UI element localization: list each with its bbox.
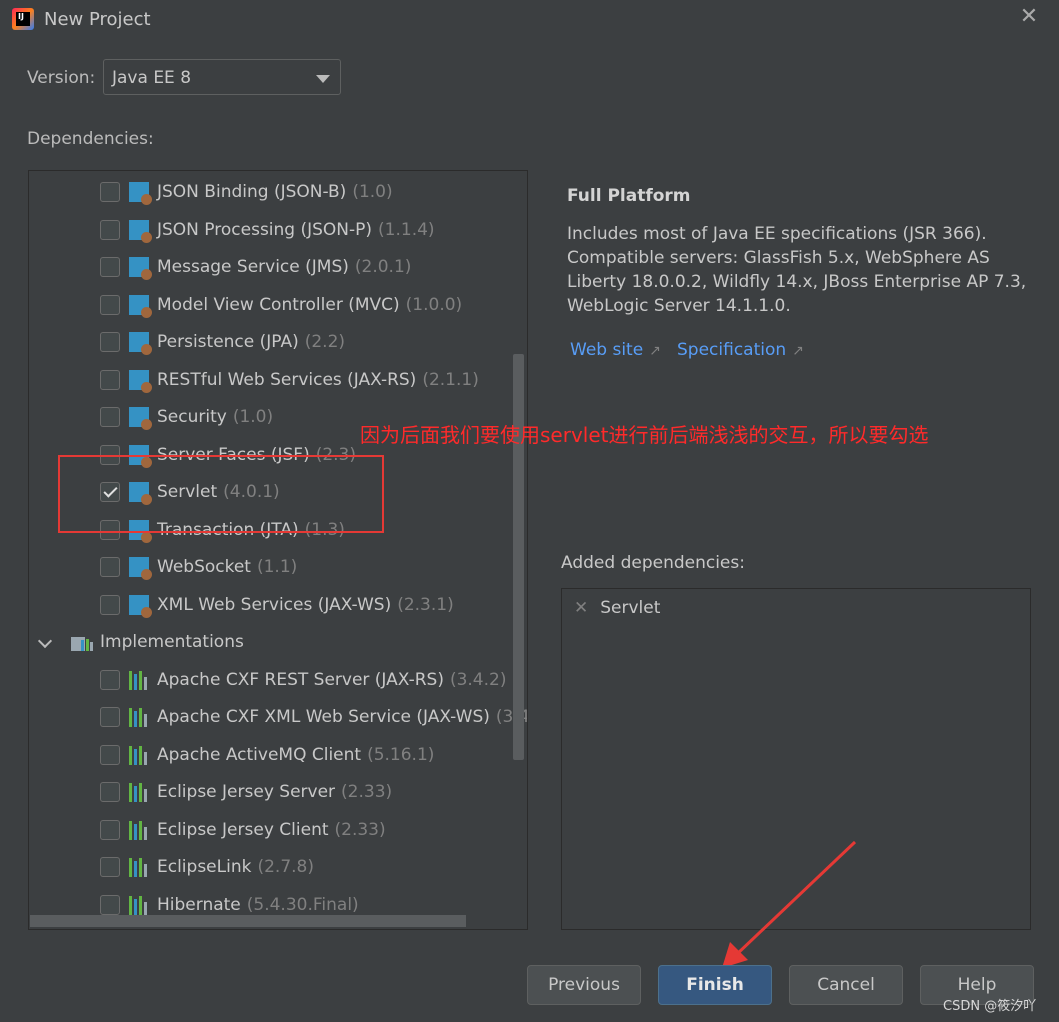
finish-button[interactable]: Finish <box>658 965 772 1005</box>
previous-button[interactable]: Previous <box>527 965 641 1005</box>
watermark: CSDN @筱汐吖 <box>943 999 1037 1014</box>
arrow-line <box>734 840 857 957</box>
cancel-button[interactable]: Cancel <box>789 965 903 1005</box>
annotation-arrow <box>722 840 857 968</box>
